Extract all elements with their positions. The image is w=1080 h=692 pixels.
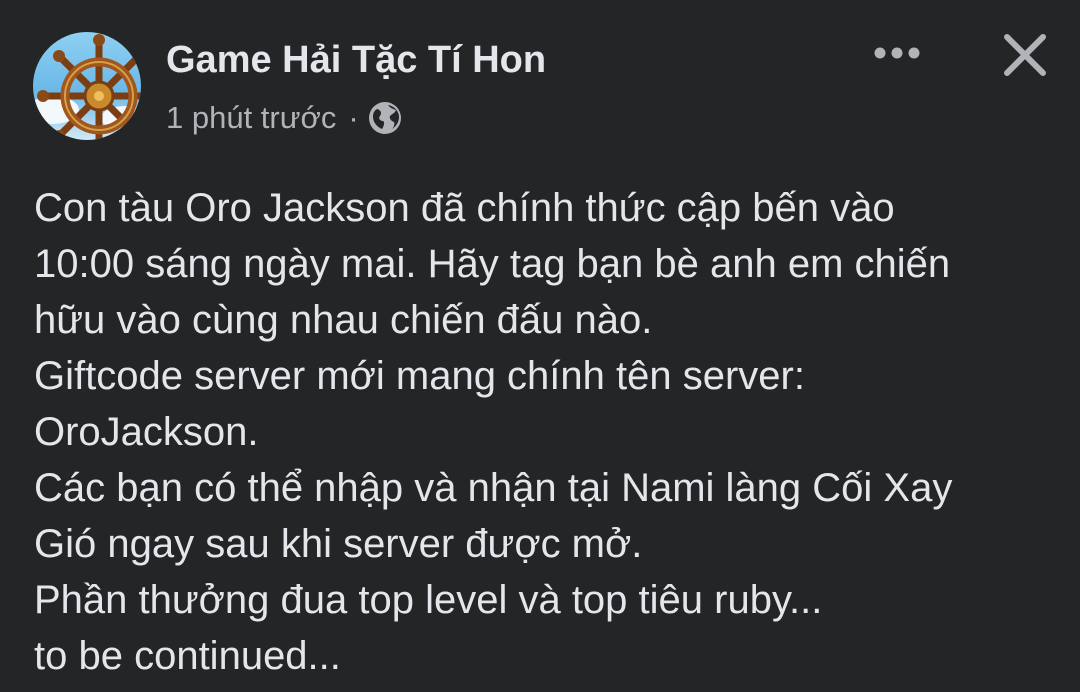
ship-wheel-logo (33, 34, 141, 140)
post-body: Con tàu Oro Jackson đã chính thức cập bế… (34, 180, 1054, 684)
post-body-line: OroJackson. (34, 410, 259, 454)
post-body-line: hữu vào cùng nhau chiến đấu nào. (34, 298, 653, 342)
close-button[interactable] (990, 24, 1060, 86)
page-avatar[interactable] (33, 32, 141, 140)
more-options-button[interactable] (862, 30, 932, 76)
close-icon (1004, 34, 1046, 76)
meta-separator: · (348, 100, 359, 135)
post-body-line: Gió ngay sau khi server được mở. (34, 522, 643, 566)
post-body-line: Con tàu Oro Jackson đã chính thức cập bế… (34, 186, 895, 230)
post-body-line: Phần thưởng đua top level và top tiêu ru… (34, 578, 823, 622)
globe-icon (368, 101, 402, 135)
post-timestamp[interactable]: 1 phút trước (166, 100, 336, 136)
post-body-line: 10:00 sáng ngày mai. Hãy tag bạn bè anh … (34, 242, 951, 286)
post-card: Game Hải Tặc Tí Hon 1 phút trước · Con t… (0, 0, 1080, 692)
post-body-line: Các bạn có thể nhập và nhận tại Nami làn… (34, 466, 953, 510)
post-body-line: to be continued... (34, 634, 341, 678)
page-name[interactable]: Game Hải Tặc Tí Hon (166, 38, 546, 82)
post-meta: 1 phút trước · (166, 98, 402, 138)
post-body-line: Giftcode server mới mang chính tên serve… (34, 354, 805, 398)
more-horizontal-icon (874, 47, 920, 59)
